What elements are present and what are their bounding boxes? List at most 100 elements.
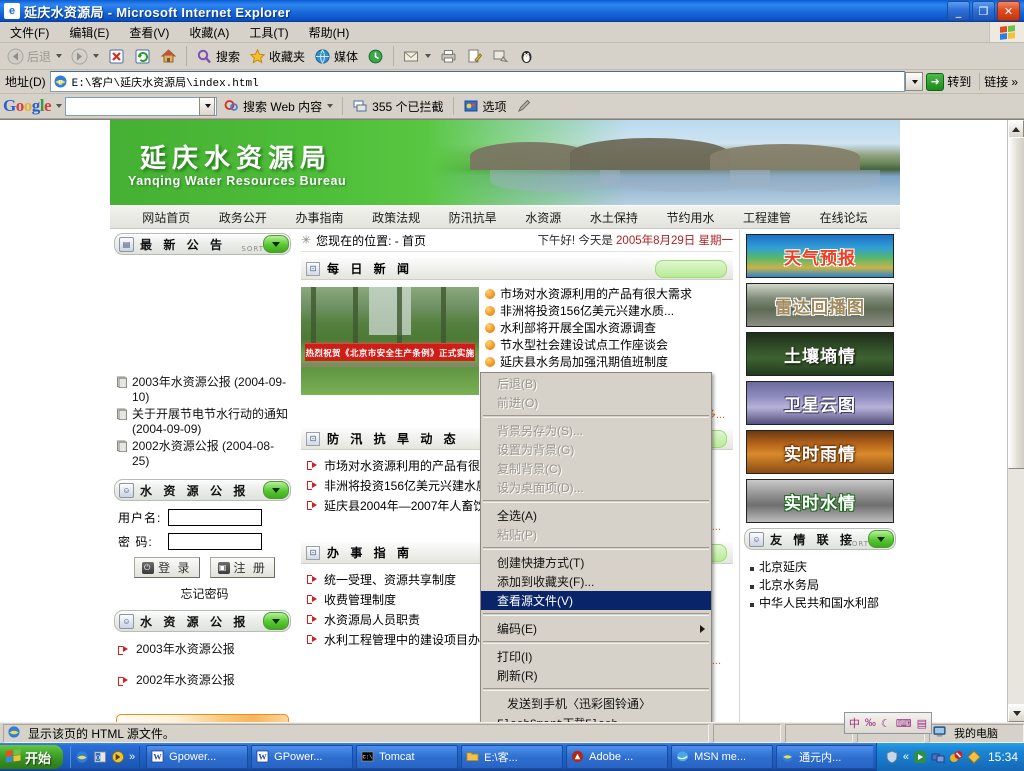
nav-item-saving[interactable]: 节约用水 <box>666 209 714 226</box>
panel-header-notices[interactable]: ▤ 最 新 公 告 SORT <box>114 233 291 255</box>
google-pencil-button[interactable] <box>513 97 536 116</box>
mail-button[interactable] <box>399 46 435 67</box>
discuss-button[interactable] <box>488 46 513 67</box>
list-item[interactable]: 北京延庆 <box>750 558 896 576</box>
list-item[interactable]: 中华人民共和国水利部 <box>750 594 896 612</box>
list-item[interactable]: 关于开展节电节水行动的通知 (2004-09-09) <box>116 407 291 437</box>
login-button[interactable]: ⏻ 登 录 <box>134 557 199 578</box>
menu-edit[interactable]: 编辑(E) <box>59 23 119 42</box>
list-item[interactable]: 2002水资源公报 (2004-08-25) <box>116 439 291 469</box>
list-item[interactable]: 2003年水资源公报 (2004-09-10) <box>116 375 291 405</box>
nav-item-home[interactable]: 网站首页 <box>142 209 190 226</box>
winamp-quicklaunch-icon[interactable] <box>111 750 125 764</box>
nav-item-guide[interactable]: 办事指南 <box>295 209 343 226</box>
ime-punctuation-icon[interactable]: ‰ <box>865 717 876 729</box>
go-button[interactable]: ➜ 转到 <box>924 72 976 92</box>
nav-item-water[interactable]: 水资源 <box>525 209 561 226</box>
ime-language-bar[interactable]: 中 ‰ ☾ ⌨ ▤ <box>844 712 932 734</box>
stop-button[interactable] <box>104 46 129 67</box>
favorites-button[interactable]: 收藏夹 <box>245 46 309 67</box>
nav-item-projects[interactable]: 工程建管 <box>743 209 791 226</box>
banner-weather-forecast[interactable]: 天气预报 <box>746 234 894 278</box>
menu-favorites[interactable]: 收藏(A) <box>179 23 239 42</box>
taskbar-item-explorer-folder[interactable]: E:\客... <box>461 745 563 769</box>
register-button[interactable]: ▣ 注 册 <box>210 557 275 578</box>
nav-item-forum[interactable]: 在线论坛 <box>820 209 868 226</box>
search-button[interactable]: 搜索 <box>192 46 244 67</box>
list-item[interactable]: 市场对水资源利用的产品有很大需求 <box>485 287 733 301</box>
ime-panel-icon[interactable]: ▤ <box>917 717 927 730</box>
banner-satellite-cloud[interactable]: 卫星云图 <box>746 381 894 425</box>
panel-header-login[interactable]: ☺ 水 资 源 公 报 <box>114 479 291 501</box>
banner-soil-moisture[interactable]: 土壤墒情 <box>746 332 894 376</box>
collapse-icon[interactable]: ⊡ <box>306 432 320 446</box>
menu-help[interactable]: 帮助(H) <box>299 23 360 42</box>
forward-dropdown-icon[interactable] <box>93 54 99 58</box>
password-input[interactable] <box>168 533 262 550</box>
google-menu-icon[interactable] <box>56 104 62 108</box>
address-dropdown-button[interactable] <box>905 72 923 91</box>
scroll-down-button[interactable] <box>1008 704 1024 722</box>
taskbar-item-adobe[interactable]: Adobe ... <box>566 745 668 769</box>
context-menu-item-refresh[interactable]: 刷新(R) <box>481 666 711 685</box>
minimize-button[interactable]: _ <box>947 1 970 21</box>
taskbar-item-msn[interactable]: MSN me... <box>671 745 773 769</box>
links-button[interactable]: 链接 » <box>979 73 1022 90</box>
promo-banner[interactable] <box>116 714 289 722</box>
context-menu[interactable]: 后退(B) 前进(O) 背景另存为(S)... 设置为背景(G) 复制背景(C)… <box>480 372 712 722</box>
media-button[interactable]: 媒体 <box>310 46 362 67</box>
context-menu-item-add-favorites[interactable]: 添加到收藏夹(F)... <box>481 572 711 591</box>
menu-tools[interactable]: 工具(T) <box>239 23 298 42</box>
google-search-field[interactable] <box>66 97 199 116</box>
context-menu-item-view-source[interactable]: 查看源文件(V) <box>481 591 711 610</box>
back-dropdown-icon[interactable] <box>56 54 62 58</box>
nav-item-policy[interactable]: 政策法规 <box>372 209 420 226</box>
history-button[interactable] <box>363 46 388 67</box>
nav-item-affairs[interactable]: 政务公开 <box>219 209 267 226</box>
menu-file[interactable]: 文件(F) <box>0 23 59 42</box>
google-popup-blocker[interactable]: 355 个已拦截 <box>349 97 446 116</box>
banner-realtime-water[interactable]: 实时水情 <box>746 479 894 523</box>
username-input[interactable] <box>168 509 262 526</box>
list-item[interactable]: 水利部将开展全国水资源调查 <box>485 321 733 335</box>
address-input[interactable]: e E:\客户\延庆水资源局\index.html <box>50 71 906 92</box>
tray-network-icon[interactable] <box>931 750 945 764</box>
collapse-icon[interactable]: ⊡ <box>306 262 320 276</box>
ime-moon-icon[interactable]: ☾ <box>881 717 891 730</box>
nav-item-soil[interactable]: 水土保持 <box>590 209 638 226</box>
page-scrollbar-vertical[interactable] <box>1007 120 1024 722</box>
tray-shield-icon[interactable] <box>885 750 899 764</box>
tray-antivirus-icon[interactable] <box>949 750 963 764</box>
panel-header-reports[interactable]: ☺ 水 资 源 公 报 <box>114 610 291 632</box>
print-button[interactable] <box>436 46 461 67</box>
forgot-password-link[interactable]: 忘记密码 <box>118 585 291 602</box>
scrollbar-thumb[interactable] <box>1008 137 1024 469</box>
list-item[interactable]: 节水型社会建设试点工作座谈会 <box>485 338 733 352</box>
quicklaunch-expand-icon[interactable]: » <box>129 751 135 763</box>
banner-realtime-rain[interactable]: 实时雨情 <box>746 430 894 474</box>
home-button[interactable] <box>156 46 181 67</box>
google-search-web-button[interactable]: 搜索 Web 内容 <box>220 97 336 116</box>
google-options-button[interactable]: 选项 <box>460 97 510 116</box>
panel-toggle-reports[interactable] <box>263 612 289 630</box>
panel-toggle-links[interactable] <box>868 530 894 548</box>
context-menu-item-create-shortcut[interactable]: 创建快捷方式(T) <box>481 553 711 572</box>
tray-shield2-icon[interactable] <box>967 750 981 764</box>
list-item[interactable]: 2002年水资源公报 <box>118 671 291 688</box>
panel-toggle-notices[interactable] <box>263 235 289 253</box>
collapse-icon[interactable]: ⊡ <box>306 546 320 560</box>
qq-button[interactable] <box>514 46 539 67</box>
context-menu-item-send-to-phone[interactable]: 发送到手机〈迅彩图铃通〉 <box>481 694 711 713</box>
mail-dropdown-icon[interactable] <box>425 54 431 58</box>
back-button[interactable]: 后退 <box>3 46 66 67</box>
google-search-dropdown-icon[interactable] <box>327 104 333 108</box>
ie-quicklaunch-icon[interactable] <box>75 750 89 764</box>
forward-button[interactable] <box>67 46 103 67</box>
panel-toggle-login[interactable] <box>263 481 289 499</box>
taskbar-clock[interactable]: 15:34 <box>988 750 1018 764</box>
taskbar-item-tomcat[interactable]: C:\ Tomcat <box>356 745 458 769</box>
taskbar-item-gpower1[interactable]: W Gpower... <box>146 745 248 769</box>
context-menu-item-print[interactable]: 打印(I) <box>481 647 711 666</box>
taskbar-item-tongyuan[interactable]: 通元内... <box>776 745 873 769</box>
start-button[interactable]: 开始 <box>0 745 63 769</box>
